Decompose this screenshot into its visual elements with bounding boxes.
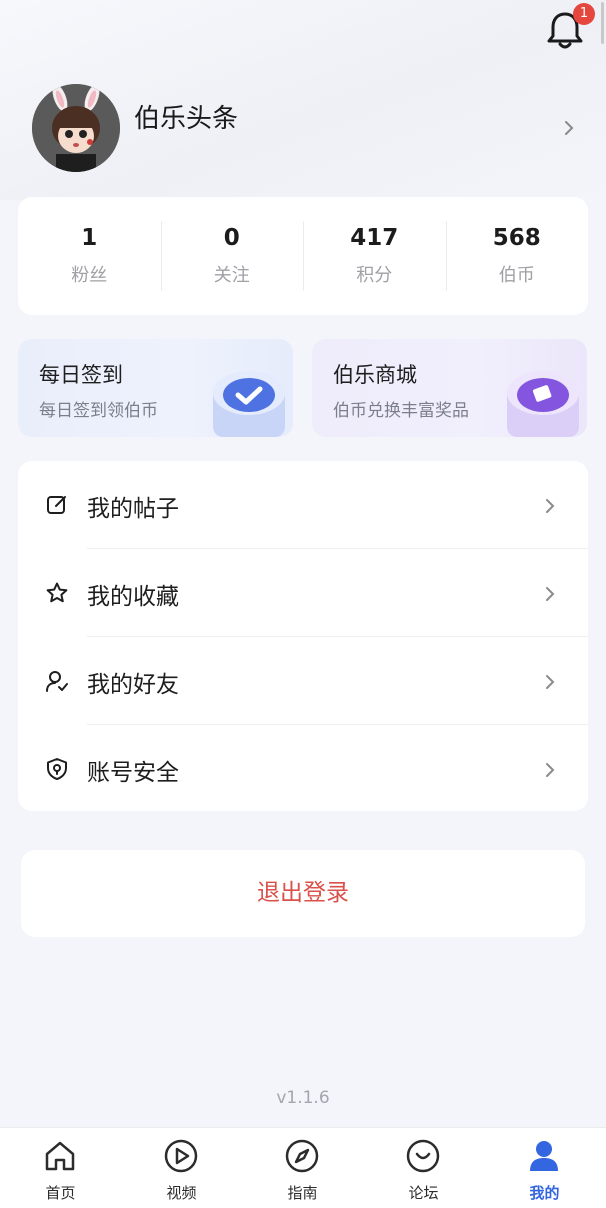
chevron-right-icon <box>546 587 555 601</box>
tab-label: 首页 <box>45 1184 76 1202</box>
edit-icon <box>47 496 66 514</box>
tab-label: 视频 <box>166 1184 197 1202</box>
menu-item-account-security[interactable]: 账号安全 <box>18 725 588 813</box>
compass-icon <box>285 1139 319 1173</box>
tab-guide[interactable]: 指南 <box>242 1128 363 1208</box>
home-icon <box>45 1141 75 1171</box>
menu-item-label: 我的好友 <box>87 672 179 698</box>
stat-label: 伯币 <box>498 265 535 286</box>
tab-label: 论坛 <box>408 1184 439 1202</box>
stat-following[interactable]: 0 关注 <box>160 221 304 291</box>
friend-icon <box>46 671 68 692</box>
stats-card: 1 粉丝 0 关注 417 积分 568 伯币 <box>18 197 588 315</box>
chevron-right-icon <box>546 499 555 513</box>
shield-icon <box>47 758 67 780</box>
stat-value: 417 <box>350 225 399 251</box>
star-icon <box>46 582 68 603</box>
chevron-right-icon <box>546 675 555 689</box>
tab-label: 我的 <box>529 1184 560 1202</box>
menu-item-label: 我的帖子 <box>87 496 179 522</box>
tab-mine[interactable]: 我的 <box>484 1128 605 1208</box>
forum-icon <box>406 1139 440 1173</box>
chevron-right-icon[interactable] <box>562 118 576 138</box>
menu-item-label: 我的收藏 <box>87 584 179 610</box>
menu-item-my-friends[interactable]: 我的好友 <box>18 637 588 725</box>
logout-button[interactable]: 退出登录 <box>21 850 585 937</box>
stat-value: 0 <box>223 225 240 251</box>
menu-card: 我的帖子 我的收藏 我的好友 账号安全 <box>18 461 588 811</box>
scrollbar[interactable] <box>601 2 604 44</box>
stat-label: 积分 <box>356 265 393 286</box>
notification-badge: 1 <box>573 3 595 25</box>
version-label: v1.1.6 <box>276 1088 330 1108</box>
tab-label: 指南 <box>287 1184 318 1202</box>
play-icon <box>164 1139 198 1173</box>
user-icon <box>530 1141 558 1171</box>
username[interactable]: 伯乐头条 <box>134 98 238 135</box>
stat-points[interactable]: 417 积分 <box>303 221 446 291</box>
stat-label: 粉丝 <box>71 265 108 286</box>
mall-card[interactable]: 伯乐商城 伯币兑换丰富奖品 <box>312 339 587 437</box>
tab-video[interactable]: 视频 <box>121 1128 242 1208</box>
mall-subtitle: 伯币兑换丰富奖品 <box>333 401 469 421</box>
mall-badge-icon <box>507 371 579 437</box>
stat-value: 568 <box>492 225 541 251</box>
mall-title: 伯乐商城 <box>333 363 417 387</box>
menu-item-my-posts[interactable]: 我的帖子 <box>18 461 588 549</box>
stat-fans[interactable]: 1 粉丝 <box>18 221 161 291</box>
chevron-right-icon <box>546 763 555 777</box>
tab-home[interactable]: 首页 <box>0 1128 121 1208</box>
bottom-tab-bar: 首页 视频 指南 论坛 我的 <box>0 1127 606 1208</box>
daily-checkin-card[interactable]: 每日签到 每日签到领伯币 <box>18 339 293 437</box>
stat-value: 1 <box>81 225 98 251</box>
menu-item-label: 账号安全 <box>87 760 179 786</box>
stat-coins[interactable]: 568 伯币 <box>445 221 589 291</box>
stat-label: 关注 <box>213 265 250 286</box>
menu-item-my-favorites[interactable]: 我的收藏 <box>18 549 588 637</box>
checkin-title: 每日签到 <box>39 363 123 387</box>
tab-forum[interactable]: 论坛 <box>363 1128 484 1208</box>
checkin-badge-icon <box>213 371 285 437</box>
avatar[interactable] <box>32 84 120 172</box>
checkin-subtitle: 每日签到领伯币 <box>39 401 158 421</box>
